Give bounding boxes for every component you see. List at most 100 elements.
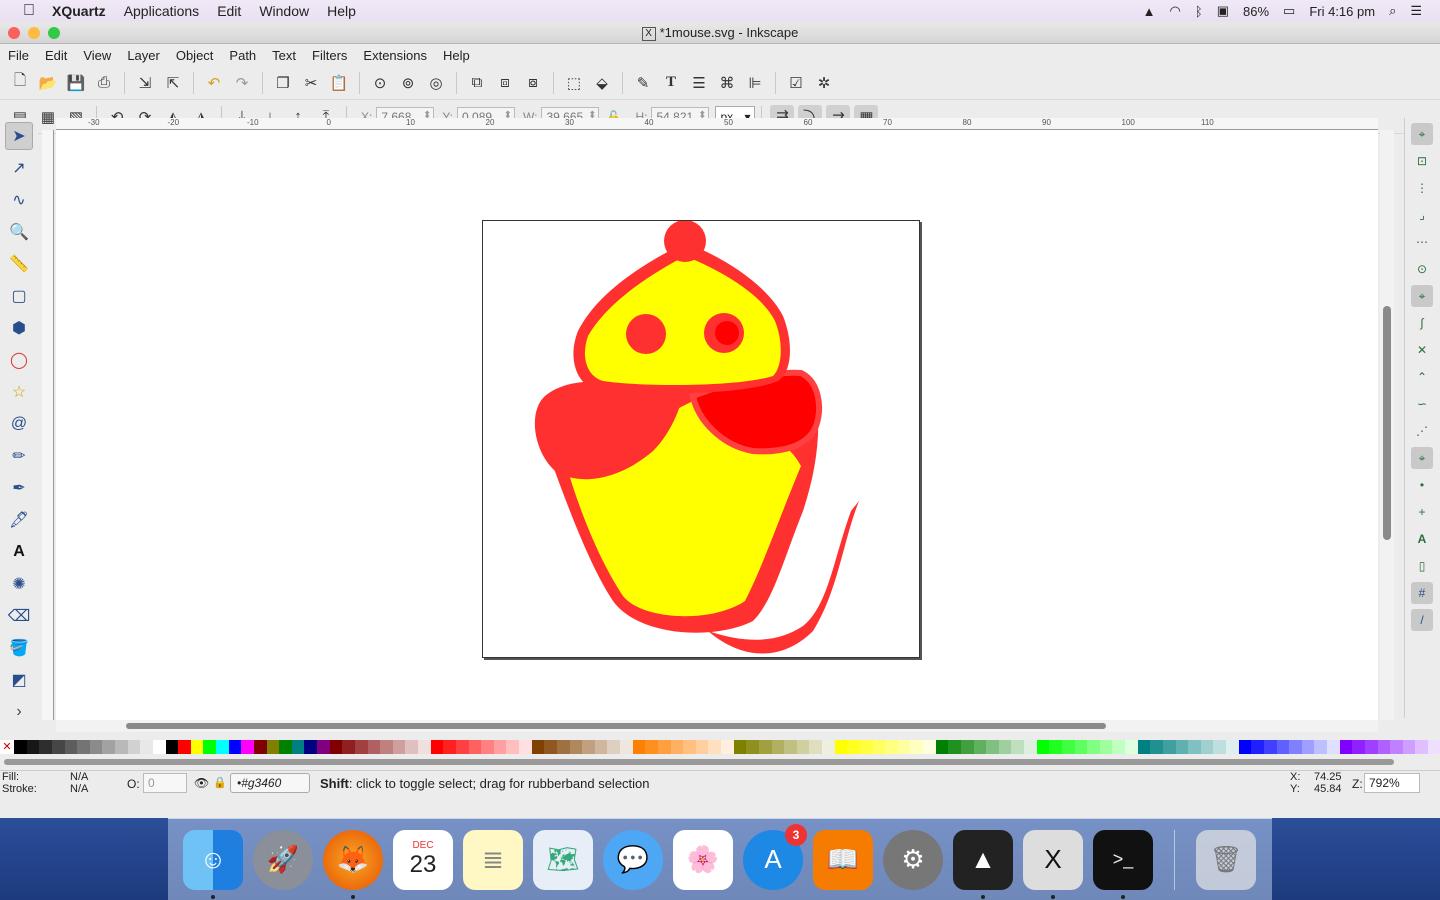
color-swatch[interactable] [1175,740,1189,754]
color-swatch[interactable] [607,740,620,754]
group-icon[interactable]: ⬚ [562,71,586,95]
vertical-scrollbar[interactable] [1380,130,1394,720]
color-swatch[interactable] [26,740,40,754]
apple-menu-icon[interactable]:  [20,2,38,20]
snap-rotation-center-icon[interactable]: + [1411,501,1433,523]
color-swatch[interactable] [872,740,886,754]
snap-enable-icon[interactable]: ⌖ [1411,123,1433,145]
opacity-input[interactable]: 0 [143,773,187,793]
palette-scroll-thumb[interactable] [4,759,1394,765]
color-swatch[interactable] [1238,740,1252,754]
text-font-icon[interactable]: T [659,71,683,95]
color-swatch[interactable] [367,740,381,754]
color-swatch[interactable] [1061,740,1075,754]
mouse-hat-ball[interactable] [664,220,706,262]
color-swatch[interactable] [152,740,166,754]
copy-icon[interactable]: ❐ [271,71,295,95]
color-swatch[interactable] [178,740,191,754]
horizontal-scroll-thumb[interactable] [126,723,1106,729]
app-store-icon[interactable]: A3 [743,823,807,890]
color-swatch[interactable] [960,740,974,754]
color-swatch[interactable] [64,740,78,754]
color-swatch[interactable] [569,740,583,754]
color-swatch[interactable] [695,740,709,754]
color-swatch[interactable] [291,740,305,754]
snap-line-midpoints-icon[interactable]: ⋰ [1411,420,1433,442]
color-swatch[interactable] [1188,740,1201,754]
launchpad-icon[interactable]: 🚀 [253,829,313,890]
color-swatch[interactable] [519,740,532,754]
vertical-ruler[interactable] [42,130,54,720]
color-swatch[interactable] [897,740,911,754]
color-swatch[interactable] [1213,740,1226,754]
color-swatch[interactable] [39,740,52,754]
terminal-icon[interactable]: >_ [1093,829,1153,899]
color-swatch[interactable] [683,740,696,754]
snap-text-baseline-icon[interactable]: A [1411,528,1433,550]
color-swatch[interactable] [632,740,646,754]
color-swatch[interactable] [784,740,797,754]
color-swatch[interactable] [834,740,848,754]
color-swatch[interactable] [847,740,860,754]
color-swatch[interactable] [1024,740,1037,754]
color-swatch[interactable] [1428,740,1440,754]
spray-tool-icon[interactable]: ✺ [5,570,33,598]
color-swatch[interactable] [443,740,456,754]
color-swatch[interactable] [556,740,570,754]
paste-icon[interactable]: 📋 [327,71,351,95]
gradient-tool-icon[interactable]: ◩ [5,666,33,694]
menu-file[interactable]: File [8,48,29,63]
color-swatch[interactable] [771,740,785,754]
snap-page-border-icon[interactable]: ▯ [1411,555,1433,577]
horizontal-scrollbar[interactable] [56,720,1378,732]
color-swatch[interactable] [733,740,747,754]
color-swatch[interactable] [430,740,444,754]
snap-bbox-centers-icon[interactable]: ⊙ [1411,258,1433,280]
cut-icon[interactable]: ✂ [299,71,323,95]
color-swatch[interactable] [304,740,317,754]
color-swatch[interactable] [923,740,936,754]
color-swatch[interactable] [1074,740,1088,754]
color-swatch[interactable] [317,740,330,754]
color-swatch[interactable] [216,740,229,754]
menubar-window[interactable]: Window [259,3,309,19]
color-swatch[interactable] [746,740,759,754]
adobe-icon[interactable]: ▲ [1143,4,1156,19]
stroke-value[interactable]: N/A [70,783,88,795]
battery-icon[interactable]: ▭ [1283,3,1295,19]
trash-icon[interactable]: 🗑 [1196,829,1256,890]
mouse-drawing[interactable] [483,220,921,659]
color-swatch[interactable] [392,740,406,754]
color-swatch[interactable] [127,740,141,754]
color-swatch[interactable] [279,740,292,754]
menubar-help[interactable]: Help [327,3,356,19]
color-swatch[interactable] [796,740,810,754]
color-swatch[interactable] [758,740,772,754]
inkscape-icon[interactable]: ▲ [953,829,1013,899]
color-swatch[interactable] [228,740,242,754]
snap-bbox-edges-icon[interactable]: ⋮ [1411,177,1433,199]
menubar-edit[interactable]: Edit [217,3,241,19]
notes-icon[interactable]: ≣ [463,829,523,890]
zoom-page-icon[interactable]: ◎ [424,71,448,95]
calligraphy-tool-icon[interactable]: 🖋 [5,506,33,534]
firefox-icon[interactable]: 🦊 [323,829,383,899]
notification-center-icon[interactable]: ☰ [1410,3,1422,19]
color-swatch[interactable] [1352,740,1365,754]
close-button[interactable] [8,27,20,39]
color-swatch[interactable] [115,740,128,754]
fill-value[interactable]: N/A [70,771,88,783]
node-tool-icon[interactable]: ↗ [5,154,33,182]
layers-icon[interactable]: ☰ [687,71,711,95]
selector-tool-icon[interactable]: ➤ [5,122,33,150]
color-swatch[interactable] [1150,740,1163,754]
color-swatch[interactable] [1402,740,1416,754]
color-swatch[interactable] [89,740,103,754]
color-swatch[interactable] [1339,740,1353,754]
color-swatch[interactable] [1137,740,1151,754]
color-swatch[interactable] [1087,740,1100,754]
3d-box-tool-icon[interactable]: ⬢ [5,314,33,342]
color-swatch[interactable] [1314,740,1327,754]
color-swatch[interactable] [253,740,267,754]
color-swatch[interactable] [1200,740,1214,754]
